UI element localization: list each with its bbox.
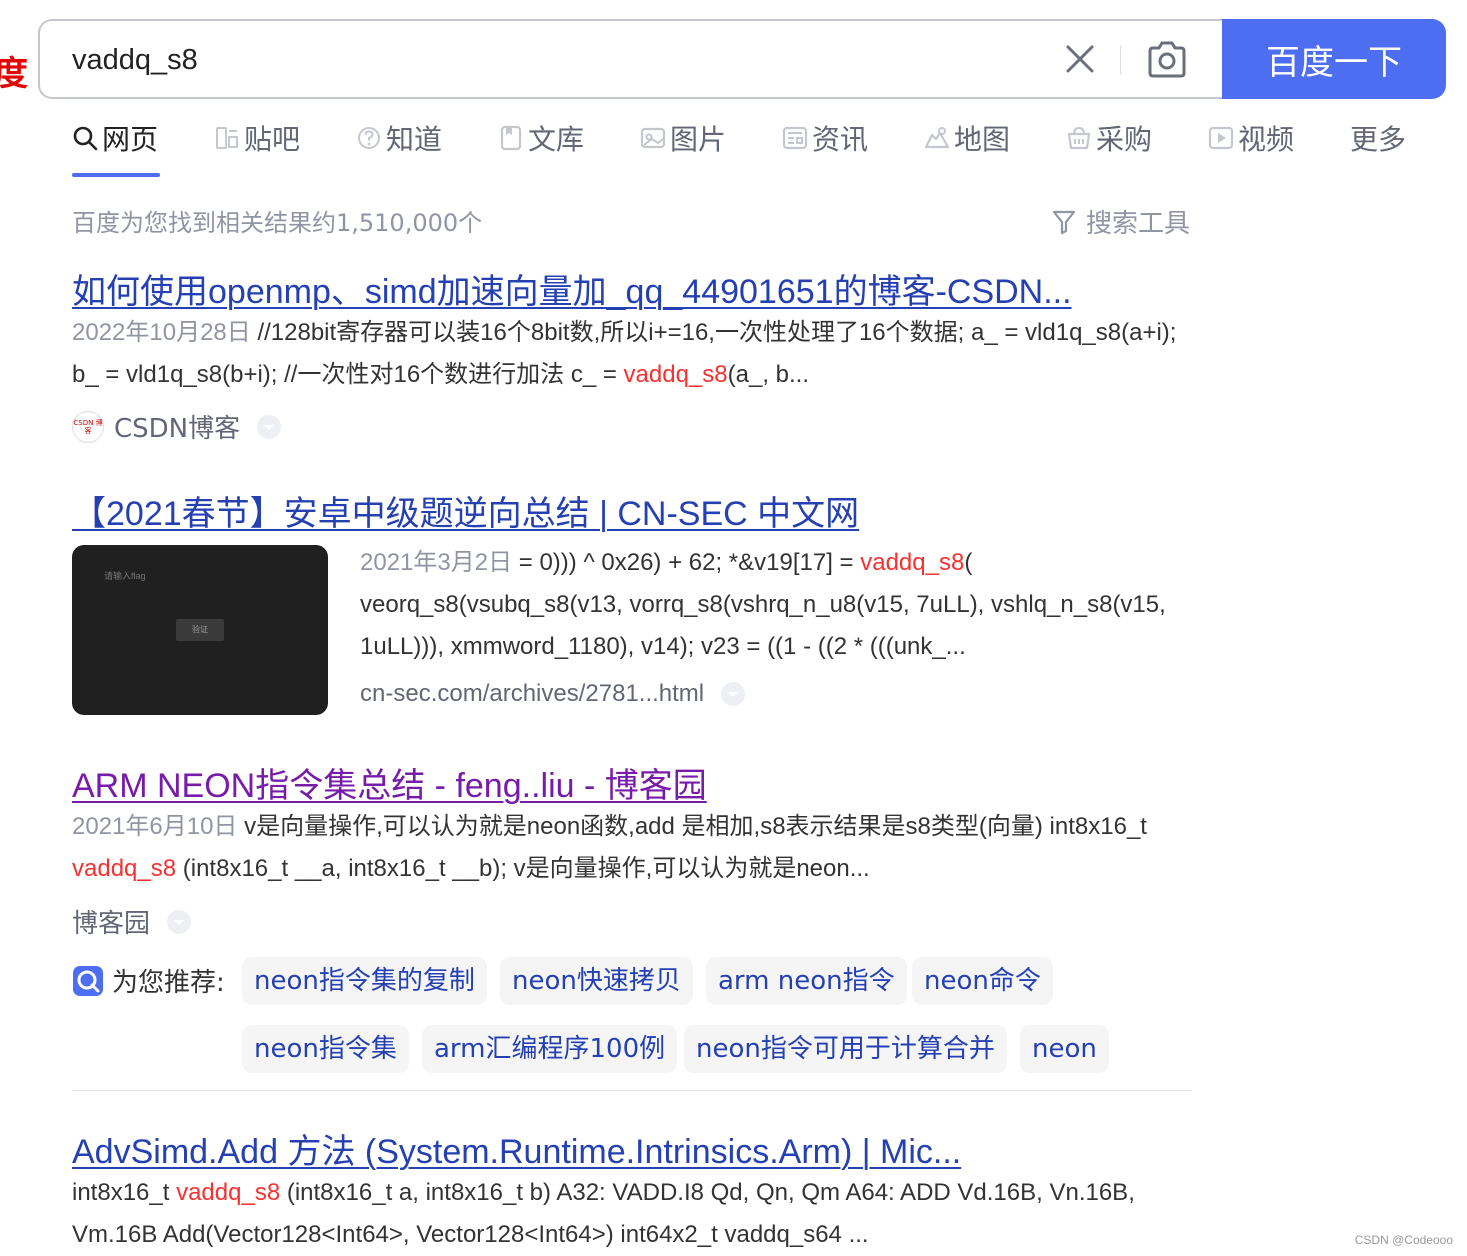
search-box xyxy=(38,19,1224,99)
search-icon xyxy=(73,126,98,151)
search-tools-button[interactable]: 搜索工具 xyxy=(1052,203,1190,240)
baidu-logo-fragment[interactable]: 度 xyxy=(0,46,28,95)
chevron-down-icon[interactable] xyxy=(720,681,746,707)
csdn-logo: CSDN 博客 xyxy=(72,410,104,443)
result-source-3[interactable]: 博客园 xyxy=(72,903,192,940)
recommend-label: 为您推荐: xyxy=(72,962,225,999)
result-title-1[interactable]: 如何使用openmp、simd加速向量加_qq_44901651的博客-CSDN… xyxy=(72,264,1072,313)
tab-shopping[interactable]: 采购 xyxy=(1066,118,1152,170)
source-name: 博客园 xyxy=(72,909,151,939)
snippet-highlight: vaddq_s8 xyxy=(72,855,177,882)
divider xyxy=(72,1090,1192,1091)
result-snippet-3: 2021年6月10日 v是向量操作,可以认为就是neon函数,add 是相加,s… xyxy=(72,806,1192,890)
divider xyxy=(1120,45,1121,75)
tab-label: 资讯 xyxy=(812,123,869,156)
thumbnail-button-text: 验证 xyxy=(176,619,224,641)
map-icon xyxy=(924,127,950,149)
shopping-bag-icon xyxy=(1067,126,1091,150)
thumbnail-text: 请输入flag xyxy=(104,571,146,581)
tab-video[interactable]: 视频 xyxy=(1208,118,1294,170)
result-title-2[interactable]: 【2021春节】安卓中级题逆向总结 | CN-SEC 中文网 xyxy=(72,486,859,535)
tab-wenku[interactable]: 文库 xyxy=(498,118,584,170)
url-text: cn-sec.com/archives/2781...html xyxy=(360,680,705,707)
search-bubble-icon xyxy=(73,965,103,996)
recommend-chip[interactable]: neon指令集的复制 xyxy=(242,957,487,1005)
tab-label: 更多 xyxy=(1350,123,1407,156)
snippet-text: = 0))) ^ 0x26) + 62; *&v19[17] = xyxy=(512,549,861,576)
result-source-1[interactable]: CSDN 博客 CSDN博客 xyxy=(72,408,282,445)
search-tools-label: 搜索工具 xyxy=(1086,209,1191,239)
snippet-highlight: vaddq_s8 xyxy=(176,1179,281,1206)
chevron-down-icon[interactable] xyxy=(166,909,192,935)
result-snippet-2: 2021年3月2日 = 0))) ^ 0x26) + 62; *&v19[17]… xyxy=(360,542,1192,668)
result-snippet-4: int8x16_t vaddq_s8 (int8x16_t a, int8x16… xyxy=(72,1172,1192,1256)
source-name: CSDN博客 xyxy=(114,414,241,444)
snippet-text: int8x16_t xyxy=(72,1179,177,1206)
snippet-text: (int8x16_t __a, int8x16_t __b); v是向量操作,可… xyxy=(176,855,870,882)
result-date: 2021年3月2日 xyxy=(360,549,513,576)
snippet-highlight: vaddq_s8 xyxy=(623,361,728,388)
tab-zhidao[interactable]: 知道 xyxy=(356,118,442,170)
chevron-down-icon[interactable] xyxy=(256,414,282,440)
tab-label: 网页 xyxy=(102,123,159,156)
recommend-chip[interactable]: arm汇编程序100例 xyxy=(422,1025,678,1073)
recommend-chip[interactable]: arm neon指令 xyxy=(706,957,907,1005)
watermark: CSDN @Codeooo xyxy=(1354,1233,1453,1247)
result-count: 百度为您找到相关结果约1,510,000个 xyxy=(72,209,483,237)
tab-more[interactable]: 更多 xyxy=(1350,118,1406,170)
active-tab-indicator xyxy=(72,173,160,177)
tab-images[interactable]: 图片 xyxy=(640,118,726,170)
question-icon xyxy=(358,127,380,149)
tab-label: 视频 xyxy=(1238,123,1295,156)
recommend-chip[interactable]: neon命令 xyxy=(912,957,1053,1005)
tieba-icon xyxy=(216,127,238,149)
close-icon[interactable] xyxy=(1064,43,1096,75)
tab-label: 图片 xyxy=(670,123,727,156)
tab-label: 文库 xyxy=(528,123,585,156)
recommend-chip[interactable]: neon xyxy=(1020,1025,1109,1073)
image-icon xyxy=(640,127,666,149)
recommend-chip[interactable]: neon快速拷贝 xyxy=(500,957,693,1005)
recommend-text: 为您推荐: xyxy=(112,968,225,998)
result-thumbnail[interactable]: 请输入flag 验证 xyxy=(72,545,328,715)
search-button[interactable]: 百度一下 xyxy=(1222,19,1446,99)
result-date: 2021年6月10日 xyxy=(72,813,238,840)
snippet-highlight: vaddq_s8 xyxy=(860,549,965,576)
result-date: 2022年10月28日 xyxy=(72,319,251,346)
document-icon xyxy=(500,125,522,151)
result-url-2[interactable]: cn-sec.com/archives/2781...html xyxy=(360,680,746,708)
search-input[interactable] xyxy=(70,37,974,83)
result-snippet-1: 2022年10月28日 //128bit寄存器可以装16个8bit数,所以i+=… xyxy=(72,312,1192,396)
result-title-4[interactable]: AdvSimd.Add 方法 (System.Runtime.Intrinsic… xyxy=(72,1124,961,1173)
video-icon xyxy=(1208,126,1234,150)
tab-maps[interactable]: 地图 xyxy=(924,118,1010,170)
filter-icon xyxy=(1052,210,1076,234)
news-icon xyxy=(782,126,808,150)
camera-icon[interactable] xyxy=(1146,41,1188,79)
tab-label: 采购 xyxy=(1096,123,1153,156)
tab-label: 知道 xyxy=(386,123,443,156)
snippet-text: v是向量操作,可以认为就是neon函数,add 是相加,s8表示结果是s8类型(… xyxy=(237,813,1147,840)
result-title-3[interactable]: ARM NEON指令集总结 - feng..liu - 博客园 xyxy=(72,758,707,807)
tab-label: 地图 xyxy=(954,123,1011,156)
tab-news[interactable]: 资讯 xyxy=(782,118,868,170)
recommend-chip[interactable]: neon指令可用于计算合并 xyxy=(684,1025,1007,1073)
tab-tieba[interactable]: 贴吧 xyxy=(214,118,300,170)
recommend-chip[interactable]: neon指令集 xyxy=(242,1025,409,1073)
snippet-text: (a_, b... xyxy=(727,361,809,388)
tab-web[interactable]: 网页 xyxy=(72,118,158,170)
tab-label: 贴吧 xyxy=(244,123,301,156)
